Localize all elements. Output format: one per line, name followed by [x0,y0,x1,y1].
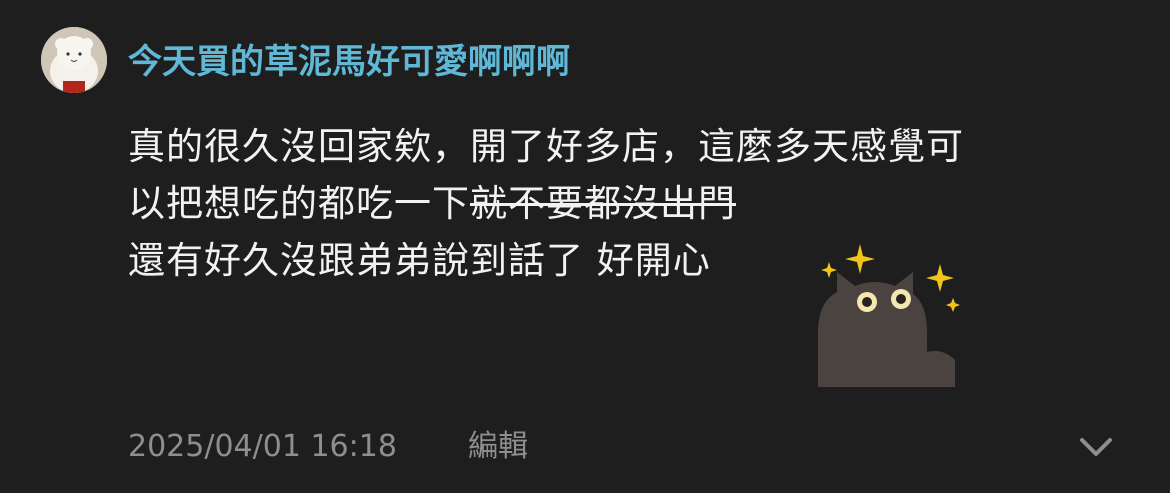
body-line-2: 以把想吃的都吃一下就不要都沒出門 [128,175,1128,232]
post-body: 真的很久沒回家欸，開了好多店，這麼多天感覺可 以把想吃的都吃一下就不要都沒出門 … [128,118,1128,289]
body-line-3: 還有好久沒跟弟弟說到話了 好開心 [128,239,711,282]
alpaca-avatar-icon [41,27,107,93]
cat-sticker-icon [818,244,960,387]
sparkle-cat-sticker [815,242,965,387]
post-timestamp: 2025/04/01 16:18 [128,429,397,464]
post: 今天買的草泥馬好可愛啊啊啊 真的很久沒回家欸，開了好多店，這麼多天感覺可 以把想… [0,0,1170,493]
author-name[interactable]: 今天買的草泥馬好可愛啊啊啊 [128,40,570,84]
edit-button[interactable]: 編輯 [468,428,528,466]
strikethrough-text: 就不要都沒出門 [470,182,736,225]
avatar[interactable] [41,27,107,93]
body-line-1: 真的很久沒回家欸，開了好多店，這麼多天感覺可 [128,125,964,168]
body-line-2-text: 以把想吃的都吃一下 [128,182,470,225]
chevron-down-icon[interactable] [1076,430,1116,464]
